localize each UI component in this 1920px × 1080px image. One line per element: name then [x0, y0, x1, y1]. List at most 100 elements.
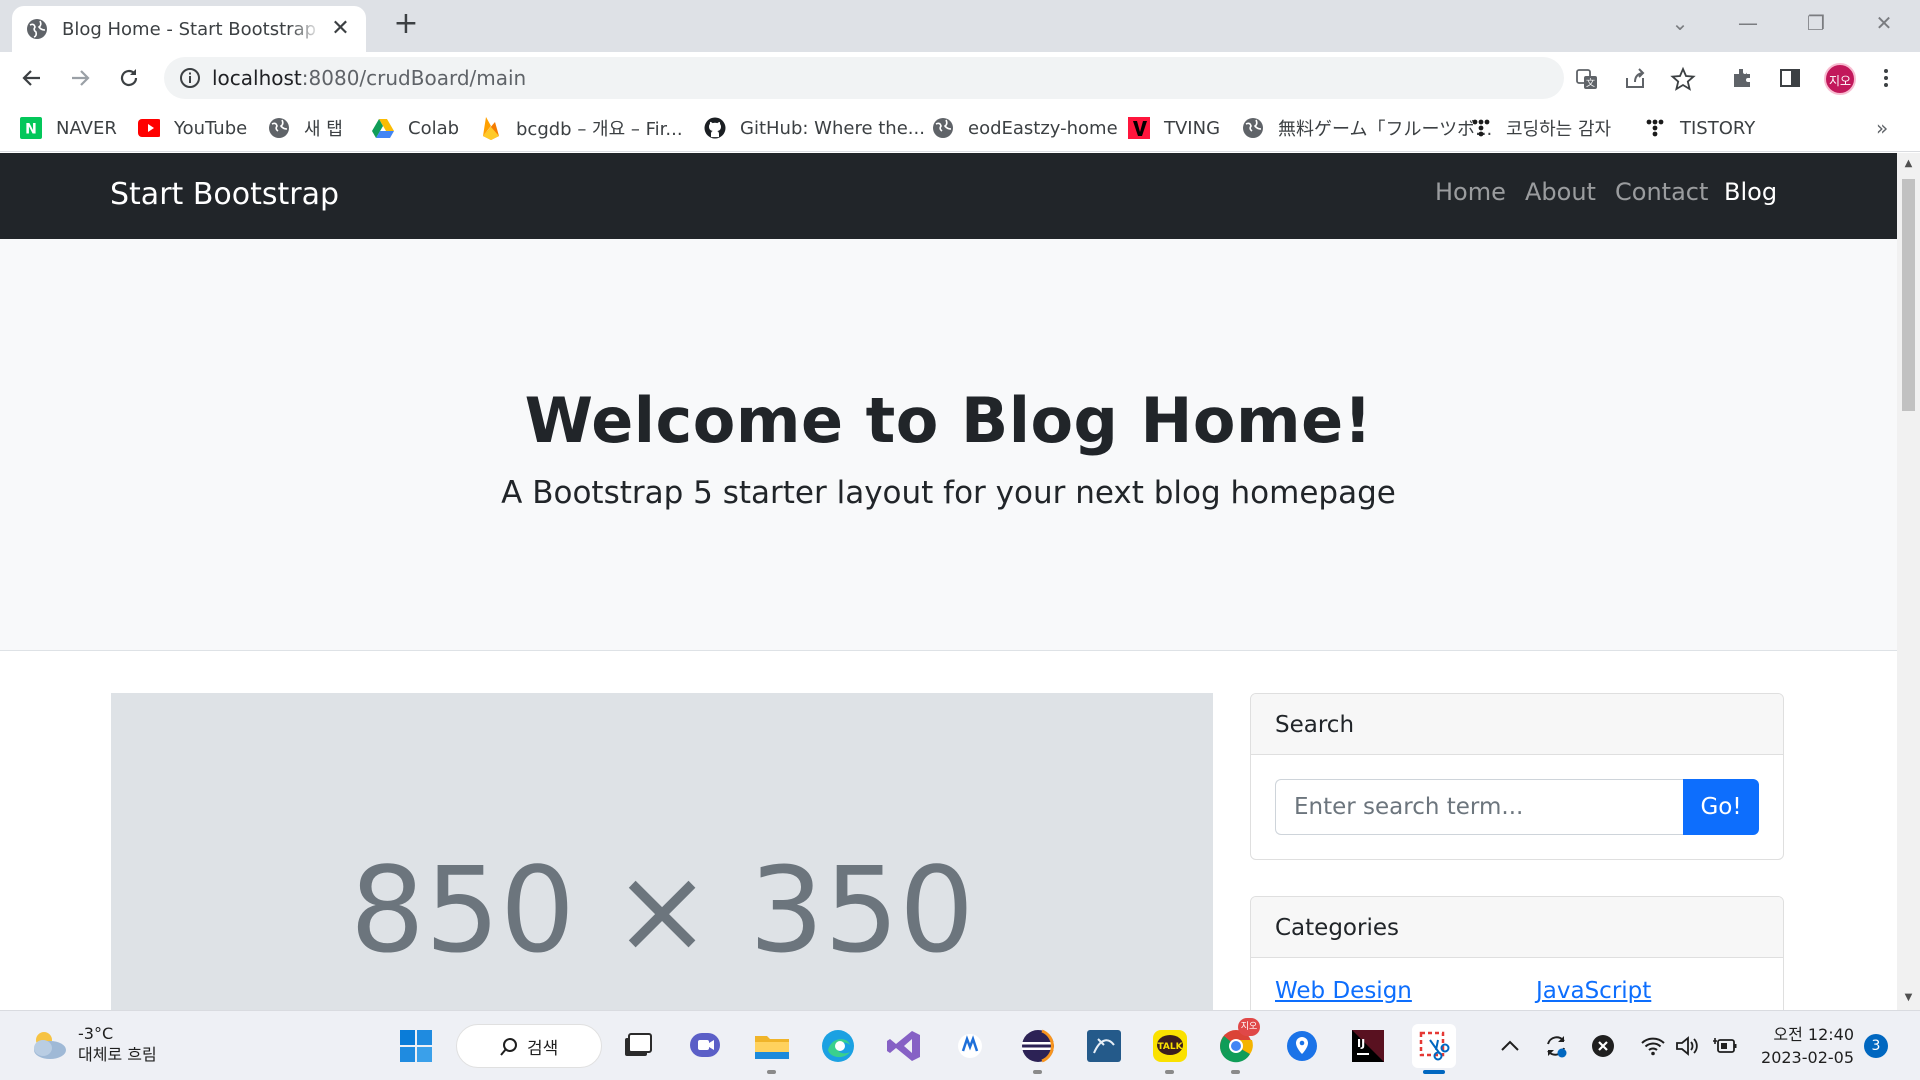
- volume-icon[interactable]: [1674, 1033, 1700, 1059]
- browser-toolbar: localhost:8080/crudBoard/main 文 지오: [0, 52, 1920, 104]
- more-bookmarks-icon[interactable]: »: [1876, 116, 1888, 140]
- globe-icon: [1242, 117, 1264, 139]
- weather-temperature: -3°C: [78, 1024, 114, 1043]
- svg-text:TALK: TALK: [1157, 1042, 1183, 1052]
- kakaotalk-icon[interactable]: TALK: [1148, 1024, 1192, 1074]
- bookmark-new-tab[interactable]: 새 탭: [268, 114, 343, 142]
- search-icon: [500, 1038, 517, 1056]
- chrome-icon[interactable]: 지오: [1214, 1018, 1260, 1074]
- google-drive-icon: [372, 117, 394, 139]
- github-icon: [704, 117, 726, 139]
- bookmark-fruit-game[interactable]: 無料ゲーム「フルーツボ...: [1242, 114, 1492, 142]
- chrome-menu-icon[interactable]: [1870, 62, 1902, 94]
- scroll-up-icon[interactable]: ▲: [1902, 157, 1915, 170]
- visual-studio-icon[interactable]: [882, 1024, 926, 1068]
- hero-subtitle: A Bootstrap 5 starter layout for your ne…: [501, 475, 1396, 511]
- sync-icon[interactable]: [1543, 1033, 1569, 1059]
- back-icon[interactable]: [16, 62, 48, 94]
- scroll-down-icon[interactable]: ▼: [1902, 991, 1915, 1004]
- svg-text:N: N: [25, 122, 37, 138]
- window-close-icon[interactable]: ✕: [1860, 8, 1908, 38]
- file-explorer-icon[interactable]: [750, 1024, 794, 1074]
- firebase-icon: [480, 117, 502, 140]
- translate-icon[interactable]: 文: [1574, 66, 1600, 92]
- search-widget: Search Go!: [1250, 693, 1784, 860]
- bookmarks-bar: N NAVER YouTube 새 탭 Colab bcgdb – 개요 – F…: [0, 104, 1920, 152]
- url-text[interactable]: localhost:8080/crudBoard/main: [212, 66, 526, 90]
- clock-date: 2023-02-05: [1761, 1048, 1854, 1067]
- notification-badge[interactable]: 3: [1864, 1034, 1888, 1058]
- extensions-icon[interactable]: [1726, 62, 1758, 94]
- intellij-idea-icon[interactable]: IJ: [1346, 1024, 1390, 1068]
- site-info-icon[interactable]: [178, 66, 202, 90]
- categories-widget: Categories Web Design JavaScript: [1250, 896, 1784, 1010]
- side-panel-icon[interactable]: [1774, 62, 1806, 94]
- forward-icon[interactable]: [64, 62, 96, 94]
- bookmark-tving[interactable]: TVING: [1128, 114, 1220, 142]
- site-navbar: Start Bootstrap Home About Contact Blog: [0, 153, 1897, 239]
- restore-icon[interactable]: ❐: [1792, 8, 1840, 38]
- page-scrollbar[interactable]: ▲ ▼: [1897, 153, 1920, 1010]
- cloudy-weather-icon: [34, 1032, 66, 1059]
- tab-search-chevron-icon[interactable]: ⌄: [1656, 8, 1704, 38]
- maps-pin-icon[interactable]: [1280, 1024, 1324, 1068]
- minimize-icon[interactable]: —: [1724, 8, 1772, 38]
- mysql-workbench-icon[interactable]: [1082, 1024, 1126, 1068]
- bookmark-naver[interactable]: N NAVER: [20, 114, 117, 142]
- task-view-icon[interactable]: [616, 1024, 660, 1068]
- battery-icon[interactable]: [1712, 1033, 1738, 1059]
- bookmark-bcgdb[interactable]: bcgdb – 개요 – Fir...: [480, 114, 683, 142]
- profile-avatar[interactable]: 지오: [1824, 63, 1856, 95]
- bookmark-tistory[interactable]: TISTORY: [1644, 114, 1755, 142]
- nav-link-contact[interactable]: Contact: [1615, 178, 1708, 206]
- hero-title: Welcome to Blog Home!: [524, 384, 1373, 457]
- snipping-tool-icon[interactable]: [1412, 1024, 1456, 1074]
- start-button-icon[interactable]: [394, 1024, 438, 1068]
- tistory-icon: [1470, 117, 1492, 139]
- weather-widget[interactable]: -3°C 대체로 흐림: [26, 1023, 157, 1065]
- categories-widget-header: Categories: [1251, 897, 1783, 958]
- app-icon[interactable]: [948, 1024, 992, 1068]
- wifi-icon[interactable]: [1640, 1033, 1666, 1059]
- clock-time: 오전 12:40: [1773, 1025, 1854, 1044]
- reload-icon[interactable]: [113, 62, 145, 94]
- close-tab-icon[interactable]: ✕: [329, 18, 352, 40]
- system-clock[interactable]: 오전 12:40 2023-02-05: [1754, 1023, 1854, 1069]
- bookmark-youtube[interactable]: YouTube: [138, 114, 247, 142]
- windows-taskbar: -3°C 대체로 흐림 검색 TALK 지오 IJ 오전 12:40 2023-…: [0, 1010, 1920, 1080]
- close-circle-tray-icon[interactable]: [1590, 1033, 1616, 1059]
- featured-post-image[interactable]: 850 × 350: [111, 693, 1213, 1010]
- search-input[interactable]: [1275, 779, 1683, 835]
- placeholder-image-text: 850 × 350: [349, 841, 975, 979]
- edge-browser-icon[interactable]: [816, 1024, 860, 1068]
- page-viewport: Start Bootstrap Home About Contact Blog …: [0, 153, 1897, 1010]
- bookmark-coding-potato[interactable]: 코딩하는 감자: [1470, 114, 1611, 142]
- scroll-thumb[interactable]: [1902, 179, 1915, 411]
- bookmark-eodeastzy[interactable]: eodEastzy-home: [932, 114, 1118, 142]
- globe-icon: [268, 117, 290, 139]
- tab-title: Blog Home - Start Bootstrap Template: [62, 18, 321, 40]
- globe-icon: [27, 19, 47, 39]
- new-tab-icon[interactable]: +: [391, 9, 421, 40]
- nav-link-blog[interactable]: Blog: [1724, 178, 1777, 206]
- nav-link-about[interactable]: About: [1525, 178, 1596, 206]
- address-bar[interactable]: localhost:8080/crudBoard/main 文: [164, 57, 1696, 99]
- svg-text:文: 文: [1586, 77, 1595, 89]
- show-hidden-icons-chevron-icon[interactable]: [1497, 1033, 1523, 1059]
- svg-text:IJ: IJ: [1357, 1037, 1365, 1050]
- category-link-javascript[interactable]: JavaScript: [1536, 978, 1651, 1004]
- tving-icon: [1128, 117, 1150, 139]
- navbar-brand[interactable]: Start Bootstrap: [110, 177, 339, 212]
- search-go-button[interactable]: Go!: [1683, 779, 1759, 835]
- bookmark-colab[interactable]: Colab: [372, 114, 459, 142]
- nav-link-home[interactable]: Home: [1435, 178, 1506, 206]
- browser-tab[interactable]: Blog Home - Start Bootstrap Template ✕: [12, 6, 366, 52]
- chrome-profile-badge: 지오: [1238, 1018, 1260, 1036]
- category-link-web-design[interactable]: Web Design: [1275, 978, 1412, 1004]
- bookmark-github[interactable]: GitHub: Where the...: [704, 114, 925, 142]
- eclipse-icon[interactable]: [1016, 1024, 1060, 1074]
- bookmark-star-icon[interactable]: [1670, 66, 1696, 92]
- teams-chat-icon[interactable]: [684, 1024, 728, 1068]
- share-icon[interactable]: [1622, 66, 1648, 92]
- taskbar-search-button[interactable]: 검색: [456, 1024, 602, 1068]
